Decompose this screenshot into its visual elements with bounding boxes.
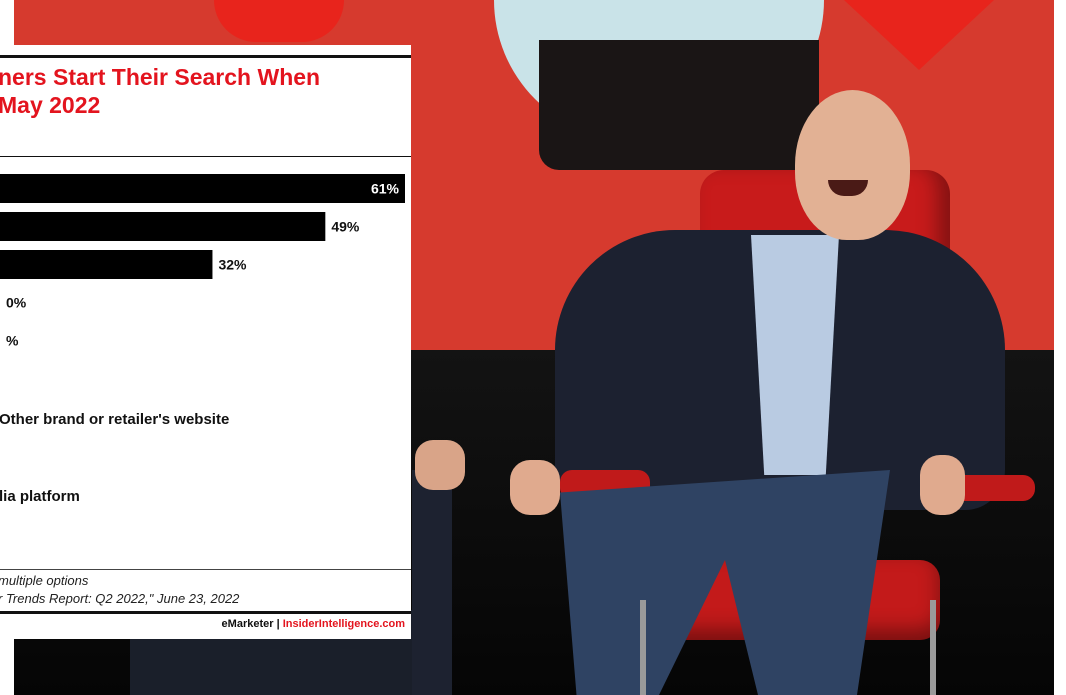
bar-value-label: 49% <box>331 219 360 235</box>
person-hand-left <box>510 460 560 515</box>
notes-rule <box>0 569 411 570</box>
other-person-knee <box>412 470 452 695</box>
category-label: lia platform <box>0 488 80 505</box>
bar-value-label: % <box>6 333 19 349</box>
bar-value-label: 61% <box>371 181 400 197</box>
chair-leg <box>640 600 646 695</box>
chart-card: ners Start Their Search When May 2022 61… <box>0 45 411 639</box>
credit-line: eMarketer | InsiderIntelligence.com <box>222 618 405 630</box>
person-head <box>795 90 910 240</box>
bar <box>0 174 405 203</box>
bar-chart: 61% 49% 32% 0%% <box>0 174 405 349</box>
person-hand-right <box>920 455 965 515</box>
credit-separator: | <box>276 618 280 630</box>
credit-brand-2: InsiderIntelligence.com <box>282 618 405 630</box>
source-line: r Trends Report: Q2 2022," June 23, 2022 <box>0 591 240 606</box>
bar <box>0 212 326 241</box>
footer-rule <box>0 611 411 614</box>
bar <box>0 250 213 279</box>
category-label: Other brand or retailer's website <box>0 411 230 428</box>
credit-brand-1: eMarketer <box>221 618 274 630</box>
other-person-hand <box>415 440 465 490</box>
note-line: multiple options <box>0 573 89 588</box>
bar-value-label: 32% <box>218 257 247 273</box>
bar-value-label: 0% <box>6 295 27 311</box>
chair-leg <box>930 600 936 695</box>
logo-dark-block <box>539 40 819 170</box>
